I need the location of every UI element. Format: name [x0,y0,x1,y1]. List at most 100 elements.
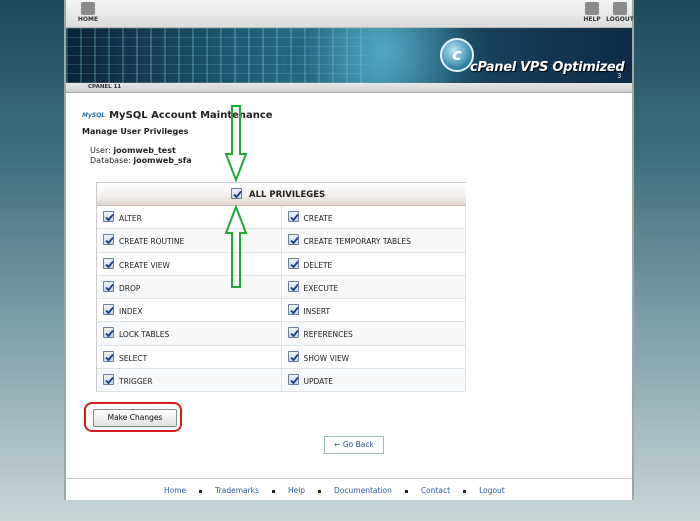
all-privileges-checkbox[interactable] [231,188,242,199]
checkbox-checked-icon [105,283,114,292]
user-info: User: joomweb_test [90,146,176,155]
privileges-list: ALTER CREATE CREATE ROUTINE CREATE TEMPORAR… [97,206,466,393]
checkbox-checked-icon [105,377,114,385]
privilege-label: REFERENCES [303,330,353,340]
privilege-cell: CREATE TEMPORARY TABLES [281,229,466,253]
footer-separator [463,489,467,493]
database-value: joomweb_sfa [133,156,192,165]
privilege-cell: UPDATE [281,369,466,393]
privilege-label: SHOW VIEW [303,353,350,363]
checkbox-checked-icon [105,307,114,315]
footer-separator [199,489,203,493]
privilege-cell: INSERT [281,299,466,323]
section-title: Manage User Privileges [82,127,189,136]
privilege-cell: ALTER [97,206,282,230]
footer-link[interactable]: Contact [421,486,450,495]
brand-name: cPanel VPS Optimized [470,60,625,75]
privilege-cell: INDEX [97,299,282,323]
privilege-row: TRIGGER UPDATE [97,369,466,393]
privilege-checkbox[interactable] [103,280,114,292]
go-back-button[interactable]: ← Go Back [324,436,384,454]
privilege-label: CREATE VIEW [119,260,170,270]
privilege-label: CREATE TEMPORARY TABLES [303,237,411,247]
privilege-row: INDEX INSERT [97,299,466,323]
privilege-checkbox[interactable] [103,257,114,269]
cpanel-window: HOME HELP LOGOUT c cPanel VPS Optimized … [64,0,634,500]
checkbox-checked-icon [105,213,114,222]
footer-separator [271,489,275,493]
checkbox-checked-icon [289,377,299,385]
page-title: MySQL Account Maintenance [109,110,273,121]
privilege-checkbox[interactable] [287,350,299,362]
logout-button[interactable]: LOGOUT [600,2,640,23]
privilege-label: UPDATE [303,377,334,387]
privilege-row: CREATE VIEW DELETE [97,252,466,276]
checkbox-checked-icon [105,237,114,245]
privilege-checkbox[interactable] [103,350,114,362]
privilege-checkbox[interactable] [287,211,299,222]
privileges-table: ALL PRIVILEGES ALTER CREATE CREATE ROUTINE… [96,182,466,393]
privilege-checkbox[interactable] [287,257,299,269]
privilege-label: DROP [119,283,141,293]
privilege-row: ALTER CREATE [97,206,466,230]
privilege-label: CREATE ROUTINE [119,237,185,247]
privilege-cell: EXECUTE [281,275,466,300]
logout-label: LOGOUT [606,16,634,23]
privilege-cell: LOCK TABLES [97,322,282,346]
brand-suffix: 3 [617,72,622,80]
footer-link[interactable]: Documentation [334,486,392,495]
privilege-checkbox[interactable] [287,304,299,316]
privilege-row: DROP EXECUTE [97,275,466,300]
checkbox-checked-icon [105,353,114,362]
database-label: Database: [90,156,131,165]
privilege-checkbox[interactable] [103,374,114,386]
checkbox-checked-icon [289,237,299,245]
privilege-cell: DELETE [281,252,466,276]
mysql-logo-icon: MySQL [82,111,106,119]
top-toolbar: HOME HELP LOGOUT [66,0,634,28]
checkbox-checked-icon [233,190,242,199]
home-button[interactable]: HOME [68,2,108,23]
annotation-down-arrow-icon [224,105,248,182]
privilege-cell: SELECT [97,345,282,370]
privilege-cell: CREATE ROUTINE [97,229,282,253]
home-icon [81,2,95,15]
privilege-row: LOCK TABLES REFERENCES [97,322,466,346]
privilege-cell: CREATE [281,206,466,230]
privilege-row: SELECT SHOW VIEW [97,345,466,370]
user-value: joomweb_test [113,146,176,155]
checkbox-checked-icon [289,330,299,338]
checkbox-checked-icon [289,307,299,315]
logout-icon [613,2,627,15]
privilege-label: CREATE [303,214,333,223]
privilege-checkbox[interactable] [103,211,114,222]
footer-separator [318,489,322,493]
privilege-checkbox[interactable] [287,234,299,246]
checkbox-checked-icon [289,283,299,292]
footer-links: Home Trademarks Help Documentation Contact Lo… [164,486,505,495]
all-privileges-label: ALL PRIVILEGES [249,190,326,200]
privilege-checkbox[interactable] [287,374,299,386]
privilege-checkbox[interactable] [287,327,299,339]
privilege-checkbox[interactable] [103,327,114,339]
footer-link[interactable]: Logout [479,486,505,495]
privilege-checkbox[interactable] [287,280,299,292]
privilege-cell: CREATE VIEW [97,252,282,276]
privilege-checkbox[interactable] [103,234,114,246]
all-privileges-row: ALL PRIVILEGES [97,183,466,206]
help-icon [585,2,599,15]
footer-link[interactable]: Home [164,486,186,495]
make-changes-button[interactable]: Make Changes [93,409,177,427]
footer-link[interactable]: Trademarks [215,486,259,495]
privilege-label: TRIGGER [119,377,153,387]
footer-link[interactable]: Help [288,486,305,495]
annotation-up-arrow-icon [224,205,248,288]
checkbox-checked-icon [289,213,299,222]
version-bar: CPANEL 11 [66,83,632,93]
privilege-cell: DROP [97,275,282,300]
database-info: Database: joomweb_sfa [90,156,192,165]
checkbox-checked-icon [105,330,114,338]
cpanel-logo-icon: c [440,38,474,72]
privilege-row: CREATE ROUTINE CREATE TEMPORARY TABLES [97,229,466,253]
privilege-checkbox[interactable] [103,304,114,316]
